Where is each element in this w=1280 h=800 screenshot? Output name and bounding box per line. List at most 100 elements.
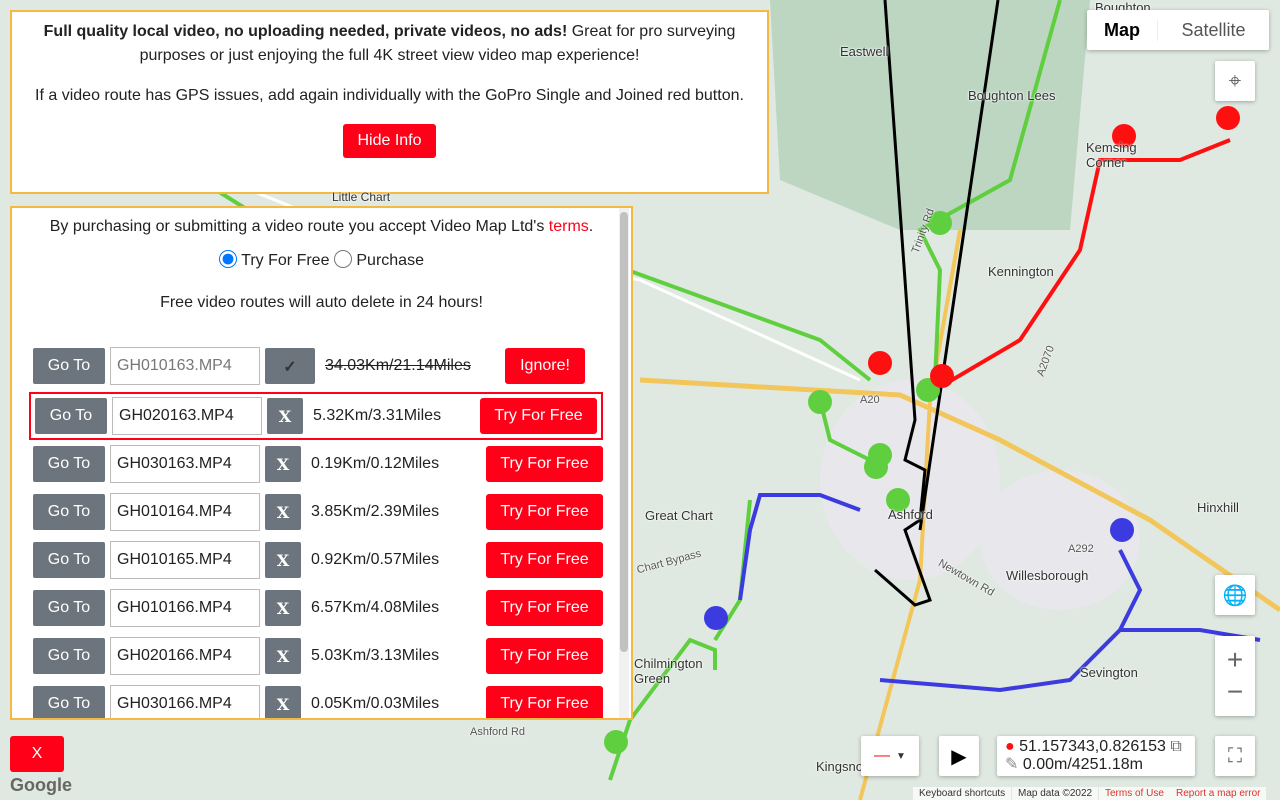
- go-to-button[interactable]: Go To: [33, 494, 105, 530]
- check-toggle-button[interactable]: ✓: [265, 348, 315, 384]
- line-style-dropdown[interactable]: — ▼: [861, 736, 919, 776]
- filename-input[interactable]: GH020163.MP4: [112, 397, 262, 435]
- remove-toggle-button[interactable]: X: [265, 542, 301, 578]
- map-place: Willesborough: [1006, 568, 1089, 583]
- go-to-button[interactable]: Go To: [35, 398, 107, 434]
- info-text: Full quality local video, no uploading n…: [43, 23, 736, 64]
- google-logo: Google: [10, 775, 72, 795]
- map-place: Boughton Lees: [968, 88, 1056, 103]
- fullscreen-icon[interactable]: ⛶: [1215, 736, 1255, 776]
- map-place: Great Chart: [645, 508, 713, 523]
- map-road-label: Ashford Rd: [470, 726, 526, 738]
- scrollbar[interactable]: [619, 208, 629, 718]
- distance-text: 0.00m/4251.18m: [1022, 756, 1143, 773]
- go-to-button[interactable]: Go To: [33, 638, 105, 674]
- route-row: Go To GH020166.MP4 X 5.03Km/3.13Miles Tr…: [33, 636, 603, 676]
- filename-text: GH010164.MP4: [117, 503, 232, 520]
- globe-icon[interactable]: 🌐: [1215, 575, 1255, 615]
- map-type-control: Map Satellite: [1087, 10, 1269, 50]
- remove-toggle-button[interactable]: X: [265, 494, 301, 530]
- try-for-free-button[interactable]: Try For Free: [486, 686, 603, 718]
- try-for-free-button[interactable]: Try For Free: [486, 590, 603, 626]
- filename-input[interactable]: GH010165.MP4: [110, 541, 260, 579]
- auto-delete-notice: Free video routes will auto delete in 24…: [160, 294, 483, 311]
- terms-link[interactable]: terms: [549, 218, 589, 235]
- map-type-satellite[interactable]: Satellite: [1157, 19, 1269, 41]
- keyboard-shortcuts-link[interactable]: Keyboard shortcuts: [913, 787, 1012, 800]
- filename-input[interactable]: GH030166.MP4: [110, 685, 260, 718]
- purchase-radio[interactable]: Purchase: [333, 250, 424, 269]
- terms-of-use-link[interactable]: Terms of Use: [1099, 787, 1170, 800]
- filename-text: GH010165.MP4: [117, 551, 232, 568]
- map-place: Ashford: [888, 507, 933, 522]
- coords-text: 51.157343,0.826153: [1019, 738, 1166, 755]
- go-to-button[interactable]: Go To: [33, 686, 105, 718]
- my-location-icon[interactable]: ⌖: [1215, 61, 1255, 101]
- try-for-free-button[interactable]: Try For Free: [486, 446, 603, 482]
- remove-toggle-button[interactable]: X: [267, 398, 303, 434]
- zoom-control: + −: [1215, 636, 1255, 716]
- filename-text: GH030163.MP4: [117, 455, 232, 472]
- filename-text: GH020166.MP4: [117, 647, 232, 664]
- terms-text: By purchasing or submitting a video rout…: [49, 218, 594, 235]
- map-road-label: A292: [1068, 543, 1094, 555]
- play-route-icon[interactable]: ▶: [939, 736, 979, 776]
- report-error-link[interactable]: Report a map error: [1170, 787, 1267, 800]
- filename-text: GH010166.MP4: [117, 599, 232, 616]
- hide-info-button[interactable]: Hide Info: [343, 124, 436, 158]
- filename-input[interactable]: GH010166.MP4: [110, 589, 260, 627]
- copy-icon[interactable]: ⧉: [1170, 738, 1181, 755]
- gps-text: If a video route has GPS issues, add aga…: [35, 87, 744, 104]
- map-road-label: A20: [860, 394, 880, 406]
- route-distance: 3.85Km/2.39Miles: [311, 503, 440, 520]
- map-place: Chilmington Green: [634, 656, 703, 686]
- pin-icon: ●: [1005, 738, 1015, 755]
- map-type-map[interactable]: Map: [1087, 20, 1157, 41]
- route-distance: 0.92Km/0.57Miles: [311, 551, 440, 568]
- map-place: Kennington: [988, 264, 1054, 279]
- filename-text: GH020163.MP4: [119, 407, 234, 424]
- ruler-icon: ✎: [1005, 756, 1019, 773]
- go-to-button[interactable]: Go To: [33, 590, 105, 626]
- route-row: Go To GH030166.MP4 X 0.05Km/0.03Miles Tr…: [33, 684, 603, 718]
- map-place: Kemsing Corner: [1086, 140, 1137, 170]
- route-row: Go To GH010164.MP4 X 3.85Km/2.39Miles Tr…: [33, 492, 603, 532]
- try-free-radio[interactable]: Try For Free: [219, 250, 329, 269]
- zoom-in-icon[interactable]: +: [1227, 644, 1243, 676]
- mode-radio-group: Try For Free Purchase: [12, 250, 631, 270]
- route-row: Go To GH010166.MP4 X 6.57Km/4.08Miles Tr…: [33, 588, 603, 628]
- try-for-free-button[interactable]: Try For Free: [486, 638, 603, 674]
- close-panel-button[interactable]: X: [10, 736, 64, 772]
- info-panel: Full quality local video, no uploading n…: [10, 10, 769, 194]
- map-place: Sevington: [1080, 665, 1138, 680]
- filename-input[interactable]: GH030163.MP4: [110, 445, 260, 483]
- routes-panel: By purchasing or submitting a video rout…: [10, 206, 633, 720]
- map-data-text: Map data ©2022: [1012, 787, 1099, 800]
- remove-toggle-button[interactable]: X: [265, 590, 301, 626]
- ignore-button[interactable]: Ignore!: [505, 348, 585, 384]
- route-row: Go To GH020163.MP4 X 5.32Km/3.31Miles Tr…: [29, 392, 603, 440]
- map-place: Hinxhill: [1197, 500, 1239, 515]
- map-place: Eastwell: [840, 44, 889, 59]
- route-row: Go To GH010165.MP4 X 0.92Km/0.57Miles Tr…: [33, 540, 603, 580]
- remove-toggle-button[interactable]: X: [265, 446, 301, 482]
- remove-toggle-button[interactable]: X: [265, 686, 301, 718]
- go-to-button[interactable]: Go To: [33, 542, 105, 578]
- filename-input[interactable]: GH010164.MP4: [110, 493, 260, 531]
- try-for-free-button[interactable]: Try For Free: [486, 542, 603, 578]
- zoom-out-icon[interactable]: −: [1227, 676, 1243, 708]
- filename-input[interactable]: GH020166.MP4: [110, 637, 260, 675]
- route-distance: 0.19Km/0.12Miles: [311, 455, 440, 472]
- route-distance: 34.03Km/21.14Miles: [325, 357, 471, 374]
- try-for-free-button[interactable]: Try For Free: [480, 398, 597, 434]
- route-distance: 6.57Km/4.08Miles: [311, 599, 440, 616]
- route-row: Go To GH010163.MP4 ✓ 34.03Km/21.14Miles …: [33, 346, 603, 386]
- remove-toggle-button[interactable]: X: [265, 638, 301, 674]
- coords-readout: ● 51.157343,0.826153 ⧉ ✎ 0.00m/4251.18m: [997, 736, 1195, 776]
- go-to-button[interactable]: Go To: [33, 446, 105, 482]
- map-place: Little Chart: [332, 190, 391, 204]
- filename-input[interactable]: GH010163.MP4: [110, 347, 260, 385]
- filename-text: GH030166.MP4: [117, 695, 232, 712]
- try-for-free-button[interactable]: Try For Free: [486, 494, 603, 530]
- go-to-button[interactable]: Go To: [33, 348, 105, 384]
